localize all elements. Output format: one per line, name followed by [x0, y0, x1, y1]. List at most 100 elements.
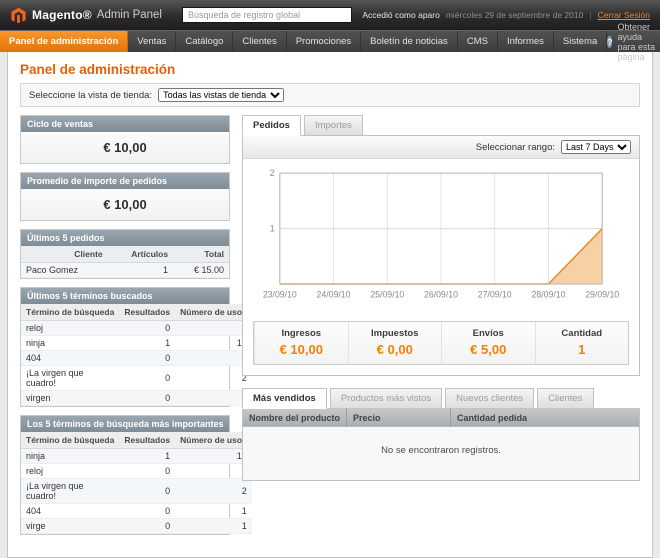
table-row[interactable]: ¡La virgen que cuadro!02	[21, 479, 252, 504]
top-search-terms-panel: Los 5 términos de búsqueda más important…	[20, 415, 230, 535]
nav-tab[interactable]: Informes	[498, 31, 554, 52]
table-row[interactable]: ninja110	[21, 336, 252, 351]
panel-title: Ciclo de ventas	[21, 116, 229, 132]
logout-link[interactable]: Cerrar Sesión	[598, 10, 650, 20]
panel-title: Últimos 5 términos buscados	[21, 288, 229, 304]
tab[interactable]: Productos más vistos	[330, 388, 442, 409]
table-row[interactable]: ¡La virgen que cuadro!02	[21, 366, 252, 391]
logo-brand-text: Magento®	[32, 8, 92, 22]
main-navigation: Panel de administraciónVentasCatálogoCli…	[0, 30, 660, 52]
column-header: Nombre del producto	[243, 408, 347, 427]
total-label: Cantidad	[540, 328, 625, 339]
empty-message: No se encontraron registros.	[243, 427, 640, 481]
tab[interactable]: Más vendidos	[242, 388, 327, 409]
orders-panel: Seleccionar rango: Last 7 Days 1 2 23/09/1…	[242, 135, 640, 376]
lifetime-sales-panel: Ciclo de ventas € 10,00	[20, 115, 230, 164]
orders-chart: 1223/09/1024/09/1025/09/1026/09/1027/09/…	[243, 159, 639, 311]
column-header: Artículos	[108, 246, 173, 263]
table-row[interactable]: Paco Gomez1€ 15.00	[21, 263, 229, 278]
column-header: Término de búsqueda	[21, 432, 119, 449]
svg-text:24/09/10: 24/09/10	[317, 289, 351, 299]
svg-text:1: 1	[270, 224, 275, 234]
help-icon: ?	[607, 36, 612, 48]
tab[interactable]: Nuevos clientes	[445, 388, 534, 409]
column-header: Cliente	[21, 246, 108, 263]
last-search-terms-table: Término de búsquedaResultadosNúmero de u…	[21, 304, 252, 406]
svg-text:28/09/10: 28/09/10	[532, 289, 566, 299]
top-header-bar: Magento® Admin Panel Accedió como aparo …	[0, 0, 660, 30]
svg-text:25/09/10: 25/09/10	[370, 289, 404, 299]
table-row[interactable]: reloj02	[21, 464, 252, 479]
last-orders-table: ClienteArtículosTotal Paco Gomez1€ 15.00	[21, 246, 229, 278]
average-orders-value: € 10,00	[21, 189, 229, 220]
empty-row: No se encontraron registros.	[243, 427, 640, 481]
help-link[interactable]: ? Obtener ayuda para esta página	[607, 31, 657, 52]
last-orders-panel: Últimos 5 pedidos ClienteArtículosTotal …	[20, 229, 230, 279]
products-grid: Nombre del productoPrecioCantidad pedida…	[242, 408, 640, 481]
total-cell: Envíos € 5,00	[441, 322, 535, 364]
tab[interactable]: Clientes	[537, 388, 593, 409]
tab[interactable]: Pedidos	[242, 115, 301, 136]
total-label: Ingresos	[259, 328, 344, 339]
column-header: Total	[173, 246, 229, 263]
table-row[interactable]: virgen01	[21, 391, 252, 406]
total-label: Envíos	[446, 328, 531, 339]
store-view-select[interactable]: Todas las vistas de tienda	[158, 88, 284, 102]
global-search-input[interactable]	[182, 7, 352, 23]
svg-text:23/09/10: 23/09/10	[263, 289, 297, 299]
total-value: € 10,00	[259, 342, 344, 357]
separator: |	[589, 10, 591, 20]
svg-text:27/09/10: 27/09/10	[478, 289, 512, 299]
table-row[interactable]: 40401	[21, 504, 252, 519]
dashboard-sidebar: Ciclo de ventas € 10,00 Promedio de impo…	[20, 115, 230, 543]
last-search-terms-panel: Últimos 5 términos buscados Término de b…	[20, 287, 230, 407]
magento-logo-icon	[10, 7, 27, 24]
store-view-switcher: Seleccione la vista de tienda: Todas las…	[20, 83, 640, 107]
dashboard-main: PedidosImportes Seleccionar rango: Last …	[242, 115, 640, 481]
table-row[interactable]: ninja110	[21, 449, 252, 464]
logo-suffix-text: Admin Panel	[97, 9, 162, 21]
total-value: € 5,00	[446, 342, 531, 357]
nav-tab[interactable]: Ventas	[128, 31, 176, 52]
help-label: Obtener ayuda para esta página	[617, 22, 656, 62]
panel-title: Los 5 términos de búsqueda más important…	[21, 416, 229, 432]
page-title: Panel de administración	[20, 62, 640, 77]
panel-title: Últimos 5 pedidos	[21, 230, 229, 246]
svg-text:29/09/10: 29/09/10	[585, 289, 619, 299]
column-header: Precio	[347, 408, 451, 427]
total-value: 1	[540, 342, 625, 357]
column-header: Cantidad pedida	[451, 408, 640, 427]
column-header: Número de usos	[175, 304, 252, 321]
total-label: Impuestos	[353, 328, 438, 339]
nav-tabs: Panel de administraciónVentasCatálogoCli…	[0, 31, 607, 52]
total-value: € 0,00	[353, 342, 438, 357]
table-row[interactable]: virge01	[21, 519, 252, 534]
nav-tab[interactable]: CMS	[458, 31, 498, 52]
content-area: Panel de administración Seleccione la vi…	[7, 52, 653, 558]
logo: Magento® Admin Panel	[10, 7, 162, 24]
svg-text:2: 2	[270, 168, 275, 178]
nav-tab[interactable]: Boletín de noticias	[361, 31, 458, 52]
table-row[interactable]: 40401	[21, 351, 252, 366]
column-header: Resultados	[119, 304, 175, 321]
range-select[interactable]: Last 7 Days	[561, 140, 631, 154]
logged-in-as-text: Accedió como aparo	[362, 10, 440, 20]
nav-tab[interactable]: Sistema	[554, 31, 607, 52]
nav-tab[interactable]: Clientes	[233, 31, 286, 52]
lifetime-sales-value: € 10,00	[21, 132, 229, 163]
nav-tab[interactable]: Promociones	[287, 31, 361, 52]
total-cell: Ingresos € 10,00	[254, 322, 348, 364]
total-cell: Cantidad 1	[535, 322, 629, 364]
totals-strip: Ingresos € 10,00 Impuestos € 0,00 Envíos…	[253, 321, 629, 365]
grid-tabs: Más vendidosProductos más vistosNuevos c…	[242, 388, 640, 409]
nav-tab[interactable]: Catálogo	[176, 31, 233, 52]
store-view-label: Seleccione la vista de tienda:	[29, 90, 152, 101]
average-orders-panel: Promedio de importe de pedidos € 10,00	[20, 172, 230, 221]
table-row[interactable]: reloj02	[21, 321, 252, 336]
date-text: miércoles 29 de septiembre de 2010	[446, 10, 584, 20]
range-label: Seleccionar rango:	[476, 142, 555, 153]
orders-chart-svg: 1223/09/1024/09/1025/09/1026/09/1027/09/…	[249, 167, 633, 311]
nav-tab[interactable]: Panel de administración	[0, 31, 128, 52]
column-header: Término de búsqueda	[21, 304, 119, 321]
tab[interactable]: Importes	[304, 115, 363, 136]
